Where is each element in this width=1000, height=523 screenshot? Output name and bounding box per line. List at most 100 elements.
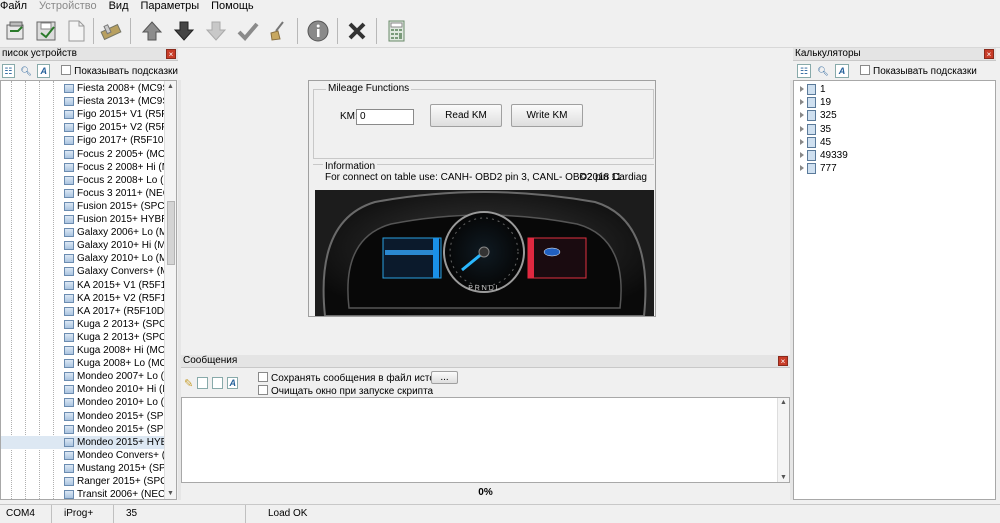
close-x-icon[interactable] <box>343 17 371 45</box>
arrow-down-icon[interactable] <box>170 17 198 45</box>
tree-item-device[interactable]: Galaxy 2010+ Lo (MC9 <box>1 252 166 265</box>
tree-item-label: Kuga 2008+ Lo (MC9S1 <box>77 358 166 370</box>
brush-icon[interactable] <box>264 17 292 45</box>
save-history-checkbox[interactable]: Сохранять сообщения в файл истории <box>258 372 452 384</box>
device-icon <box>64 372 74 382</box>
calculator-item[interactable]: 35 <box>794 123 984 136</box>
copy-icon[interactable] <box>212 377 224 389</box>
close-icon[interactable]: × <box>778 356 788 366</box>
tree-item-device[interactable]: Galaxy Convers+ (MAC <box>1 265 166 278</box>
calculator-icon[interactable] <box>382 17 410 45</box>
menu-parameters[interactable]: Параметры <box>141 0 200 14</box>
tree-item-device[interactable]: Galaxy 2010+ Hi (MC9 <box>1 239 166 252</box>
browse-button[interactable]: ... <box>431 371 458 384</box>
tree-item-device[interactable]: Mondeo 2015+ (SPC56 <box>1 423 166 436</box>
messages-log[interactable]: ▲ ▼ <box>181 397 790 483</box>
expand-arrow-icon[interactable] <box>800 125 804 132</box>
tree-item-device[interactable]: Fusion 2015+ (SPC560 <box>1 200 166 213</box>
tree-item-device[interactable]: Figo 2017+ (R5F10DPJJ <box>1 134 166 147</box>
save-icon[interactable] <box>197 377 209 389</box>
tree-item-device[interactable]: Kuga 2008+ Hi (MC9S1 <box>1 344 166 357</box>
show-hints-checkbox[interactable]: Показывать подсказки <box>61 65 178 77</box>
tree-item-device[interactable]: Mondeo 2015+ HYBRI <box>1 435 166 449</box>
open-icon[interactable] <box>2 17 30 45</box>
write-km-button[interactable]: Write KM <box>511 104 583 127</box>
tree-item-label: Galaxy 2010+ Hi (MC9 <box>77 240 166 252</box>
tree-item-device[interactable]: Kuga 2 2013+ (SPC564 <box>1 331 166 344</box>
calculator-item[interactable]: 1 <box>794 83 984 96</box>
show-hints-checkbox[interactable]: Показывать подсказки <box>860 65 977 77</box>
tree-item-device[interactable]: Kuga 2 2013+ (SPC560 <box>1 318 166 331</box>
tree-item-device[interactable]: Transit 2006+ (NEC 70 <box>1 488 166 499</box>
calculator-item[interactable]: 777 <box>794 162 984 175</box>
tree-view-icon[interactable]: ☷ <box>2 64 15 78</box>
calculator-item[interactable]: 19 <box>794 96 984 109</box>
search-icon[interactable]: 🔍︎ <box>20 64 33 78</box>
expand-arrow-icon[interactable] <box>800 152 804 158</box>
calculator-item[interactable]: 49339 <box>794 149 984 162</box>
tree-item-device[interactable]: Figo 2015+ V1 (R5F10D <box>1 108 166 121</box>
connect-icon[interactable] <box>97 17 125 45</box>
device-tree[interactable]: Fiesta 2008+ (MC9S12H Fiesta 2013+ (MC9S1… <box>0 80 177 500</box>
menu-file[interactable]: Файл <box>0 0 27 14</box>
tree-item-device[interactable]: KA 2017+ (R5F10DPJJ). <box>1 305 166 318</box>
tree-item-device[interactable]: Kuga 2008+ Lo (MC9S1 <box>1 357 166 370</box>
search-icon[interactable]: 🔍︎ <box>816 64 830 78</box>
tree-item-device[interactable]: Galaxy 2006+ Lo (MC9 <box>1 226 166 239</box>
brush-icon[interactable]: ✎ <box>184 377 193 390</box>
read-km-button[interactable]: Read KM <box>430 104 502 127</box>
document-icon[interactable] <box>62 17 90 45</box>
tree-item-label: Mondeo 2010+ Lo (MC <box>77 397 166 409</box>
menu-bar: Файл Устройство Вид Параметры Помощь <box>0 0 1000 14</box>
tree-item-device[interactable]: KA 2015+ V1 (R5F10DP <box>1 279 166 292</box>
tree-item-device[interactable]: Mustang 2015+ (SPC5 <box>1 462 166 475</box>
expand-arrow-icon[interactable] <box>800 112 804 119</box>
tree-item-device[interactable]: Fiesta 2008+ (MC9S12H <box>1 82 166 95</box>
expand-arrow-icon[interactable] <box>800 86 804 92</box>
tree-item-device[interactable]: Fiesta 2013+ (MC9S12X <box>1 95 166 108</box>
check-icon[interactable] <box>234 17 262 45</box>
tree-item-device[interactable]: Mondeo Convers+ (M. <box>1 449 166 462</box>
info-icon[interactable] <box>304 17 332 45</box>
arrow-down-disabled-icon[interactable] <box>202 17 230 45</box>
km-input[interactable]: 0 <box>356 109 414 125</box>
expand-arrow-icon[interactable] <box>800 99 804 106</box>
tree-item-label: Figo 2015+ V1 (R5F10D <box>77 109 166 121</box>
tree-item-device[interactable]: Focus 2 2005+ (MC9S1 <box>1 148 166 161</box>
tree-item-device[interactable]: Mondeo 2010+ Hi (MC <box>1 383 166 396</box>
calculator-item[interactable]: 325 <box>794 109 984 122</box>
close-icon[interactable]: × <box>166 49 176 59</box>
expand-arrow-icon[interactable] <box>800 165 804 172</box>
clear-on-start-checkbox[interactable]: Очищать окно при запуске скрипта <box>258 385 433 397</box>
expand-arrow-icon[interactable] <box>800 138 804 145</box>
calculator-tree[interactable]: 1 19 325 35 45 49339 777 <box>793 80 996 500</box>
menu-help[interactable]: Помощь <box>211 0 254 14</box>
font-icon[interactable]: A <box>835 64 849 78</box>
save-icon[interactable] <box>32 17 60 45</box>
font-icon[interactable]: A <box>227 377 239 389</box>
calculator-item[interactable]: 45 <box>794 136 984 149</box>
arrow-up-icon[interactable] <box>138 17 166 45</box>
tree-view-icon[interactable]: ☷ <box>797 64 811 78</box>
tree-item-device[interactable]: Focus 2 2008+ Lo (MC9 <box>1 174 166 187</box>
close-icon[interactable]: × <box>984 49 994 59</box>
calculator-label: 19 <box>820 97 832 109</box>
menu-view[interactable]: Вид <box>109 0 129 14</box>
tree-item-device[interactable]: Mondeo 2007+ Lo (MC <box>1 370 166 383</box>
font-icon[interactable]: A <box>37 64 51 78</box>
tree-item-device[interactable]: Focus 2 2008+ Hi (MC9 <box>1 161 166 174</box>
tree-item-device[interactable]: Mondeo 2015+ (SPC56 <box>1 410 166 423</box>
device-icon <box>64 97 74 107</box>
device-tree-scrollbar[interactable]: ▲ ▼ <box>164 81 176 499</box>
tree-item-device[interactable]: Focus 3 2011+ (NEC+9 <box>1 187 166 200</box>
device-icon <box>64 228 74 238</box>
tree-item-device[interactable]: KA 2015+ V2 (R5F10DP <box>1 292 166 305</box>
tree-item-device[interactable]: Figo 2015+ V2 (R5F10D <box>1 121 166 134</box>
tree-item-device[interactable]: Ranger 2015+ (SPC560 <box>1 475 166 488</box>
messages-title: Сообщения × <box>181 355 790 368</box>
menu-device[interactable]: Устройство <box>39 0 97 14</box>
tree-item-device[interactable]: Mondeo 2010+ Lo (MC <box>1 396 166 409</box>
tree-item-device[interactable]: Fusion 2015+ HYBRID <box>1 213 166 226</box>
calculator-icon <box>807 84 816 95</box>
messages-scrollbar[interactable]: ▲ ▼ <box>777 398 789 482</box>
